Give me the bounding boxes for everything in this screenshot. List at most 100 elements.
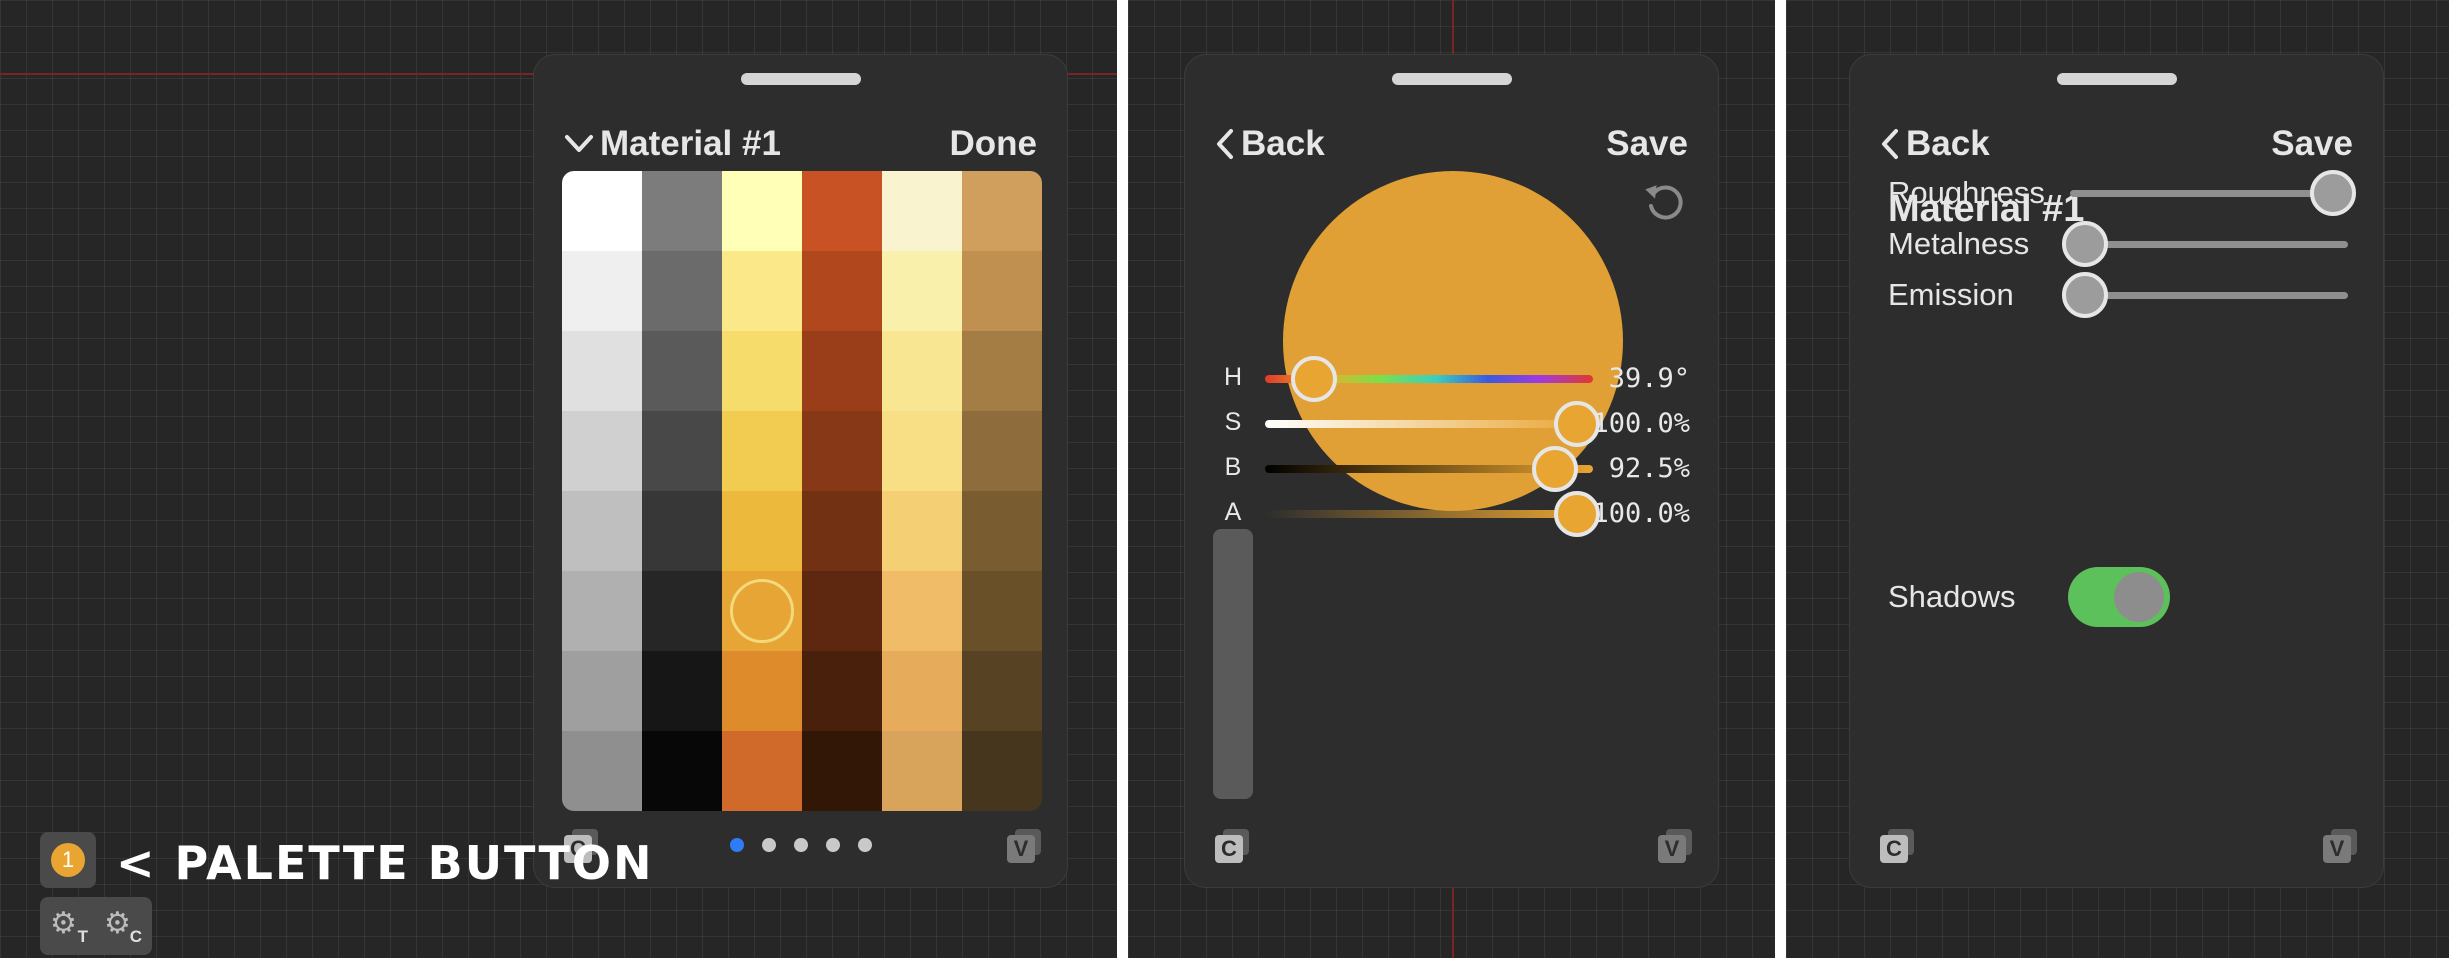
sheet-grabber[interactable]: [740, 73, 861, 85]
page-dot[interactable]: [793, 838, 808, 852]
emission-slider[interactable]: [2070, 292, 2348, 299]
camera-settings-button[interactable]: ⚙ C: [102, 907, 142, 947]
palette-swatch[interactable]: [562, 571, 642, 651]
palette-swatch[interactable]: [642, 731, 722, 811]
palette-swatch[interactable]: [642, 491, 722, 571]
paste-icon: V: [2323, 835, 2351, 863]
palette-swatch[interactable]: [562, 331, 642, 411]
palette-swatch[interactable]: [962, 411, 1042, 491]
palette-swatch[interactable]: [802, 171, 882, 251]
palette-swatch[interactable]: [882, 491, 962, 571]
roughness-slider[interactable]: [2070, 190, 2348, 197]
palette-swatch[interactable]: [722, 571, 802, 651]
palette-swatch[interactable]: [962, 171, 1042, 251]
roughness-label: Roughness: [1888, 175, 2045, 210]
slider-track-a[interactable]: [1265, 510, 1593, 518]
palette-swatch[interactable]: [802, 731, 882, 811]
reset-icon[interactable]: [1642, 179, 1688, 225]
palette-swatch[interactable]: [882, 651, 962, 731]
material-title: Material #1: [600, 124, 781, 163]
palette-swatch[interactable]: [642, 651, 722, 731]
palette-swatch[interactable]: [802, 491, 882, 571]
palette-swatch[interactable]: [802, 331, 882, 411]
palette-swatch[interactable]: [642, 171, 722, 251]
palette-swatch[interactable]: [722, 651, 802, 731]
palette-swatch[interactable]: [562, 411, 642, 491]
save-button[interactable]: Save: [2271, 124, 2353, 164]
palette-swatch[interactable]: [722, 491, 802, 571]
palette-swatch[interactable]: [722, 331, 802, 411]
tool-sub-label: C: [129, 927, 142, 946]
page-dot[interactable]: [729, 838, 744, 852]
slider-track-s[interactable]: [1265, 420, 1593, 428]
sheet-grabber[interactable]: [2056, 73, 2177, 85]
toggle-knob: [2114, 572, 2164, 622]
palette-swatch[interactable]: [962, 571, 1042, 651]
copy-button[interactable]: C: [1880, 829, 1914, 863]
palette-swatch[interactable]: [562, 251, 642, 331]
palette-swatch[interactable]: [882, 731, 962, 811]
palette-swatch[interactable]: [882, 411, 962, 491]
copy-button[interactable]: C: [1215, 829, 1249, 863]
slider-knob-h[interactable]: [1290, 356, 1337, 402]
palette-swatch[interactable]: [882, 251, 962, 331]
palette-swatch[interactable]: [962, 251, 1042, 331]
palette-swatch[interactable]: [722, 171, 802, 251]
palette-swatch[interactable]: [562, 731, 642, 811]
palette-swatch[interactable]: [642, 411, 722, 491]
palette-swatch[interactable]: [642, 331, 722, 411]
metalness-slider[interactable]: [2070, 241, 2348, 248]
chevron-left-icon: [1217, 129, 1233, 159]
palette-swatch[interactable]: [562, 491, 642, 571]
collapse-button[interactable]: Material #1: [564, 124, 781, 164]
emission-slider-knob[interactable]: [2062, 272, 2108, 318]
slider-knob-b[interactable]: [1531, 446, 1578, 492]
palette-swatch[interactable]: [642, 251, 722, 331]
slider-value-b: 92.5%: [1608, 453, 1690, 484]
palette-swatch[interactable]: [962, 731, 1042, 811]
page-dot[interactable]: [761, 838, 776, 852]
back-button[interactable]: Back: [1880, 124, 1990, 164]
metalness-label: Metalness: [1888, 226, 2030, 261]
slider-value-h: 39.9°: [1608, 363, 1690, 394]
palette-swatch[interactable]: [802, 411, 882, 491]
roughness-slider-knob[interactable]: [2310, 170, 2356, 216]
palette-swatch[interactable]: [562, 651, 642, 731]
shadows-toggle[interactable]: [2068, 567, 2170, 627]
palette-button[interactable]: 1: [40, 832, 96, 888]
metalness-slider-knob[interactable]: [2062, 221, 2108, 267]
save-button[interactable]: Save: [1606, 124, 1688, 164]
done-button[interactable]: Done: [950, 124, 1038, 164]
page-dot[interactable]: [857, 838, 872, 852]
palette-swatch[interactable]: [962, 651, 1042, 731]
paste-button[interactable]: V: [1658, 829, 1692, 863]
sheet-grabber[interactable]: [1391, 73, 1512, 85]
page-indicator: [729, 838, 872, 852]
palette-swatch[interactable]: [722, 731, 802, 811]
palette-button-caption: < PALETTE BUTTON: [116, 836, 654, 890]
viewport-panel-color: Back Save H 39.9° S 100.0% B 92.5% A 100.0% C V: [1128, 0, 1775, 958]
transform-settings-button[interactable]: ⚙ T: [48, 907, 88, 947]
palette-swatch[interactable]: [642, 571, 722, 651]
palette-column: [642, 171, 722, 811]
back-button[interactable]: Back: [1215, 124, 1325, 164]
palette-swatch[interactable]: [882, 171, 962, 251]
palette-swatch[interactable]: [882, 571, 962, 651]
palette-column: [722, 171, 802, 811]
color-palette-grid: [562, 171, 1042, 811]
palette-swatch[interactable]: [882, 331, 962, 411]
page-dot[interactable]: [825, 838, 840, 852]
palette-swatch[interactable]: [962, 331, 1042, 411]
paste-button[interactable]: V: [1007, 829, 1041, 863]
paste-button[interactable]: V: [2323, 829, 2357, 863]
palette-swatch[interactable]: [722, 251, 802, 331]
palette-swatch[interactable]: [722, 411, 802, 491]
paste-icon: V: [1658, 835, 1686, 863]
palette-swatch[interactable]: [802, 651, 882, 731]
palette-swatch[interactable]: [562, 171, 642, 251]
palette-swatch[interactable]: [802, 251, 882, 331]
chevron-down-icon: [565, 135, 593, 152]
palette-swatch[interactable]: [962, 491, 1042, 571]
palette-swatch[interactable]: [802, 571, 882, 651]
gear-icon: ⚙: [104, 907, 131, 940]
